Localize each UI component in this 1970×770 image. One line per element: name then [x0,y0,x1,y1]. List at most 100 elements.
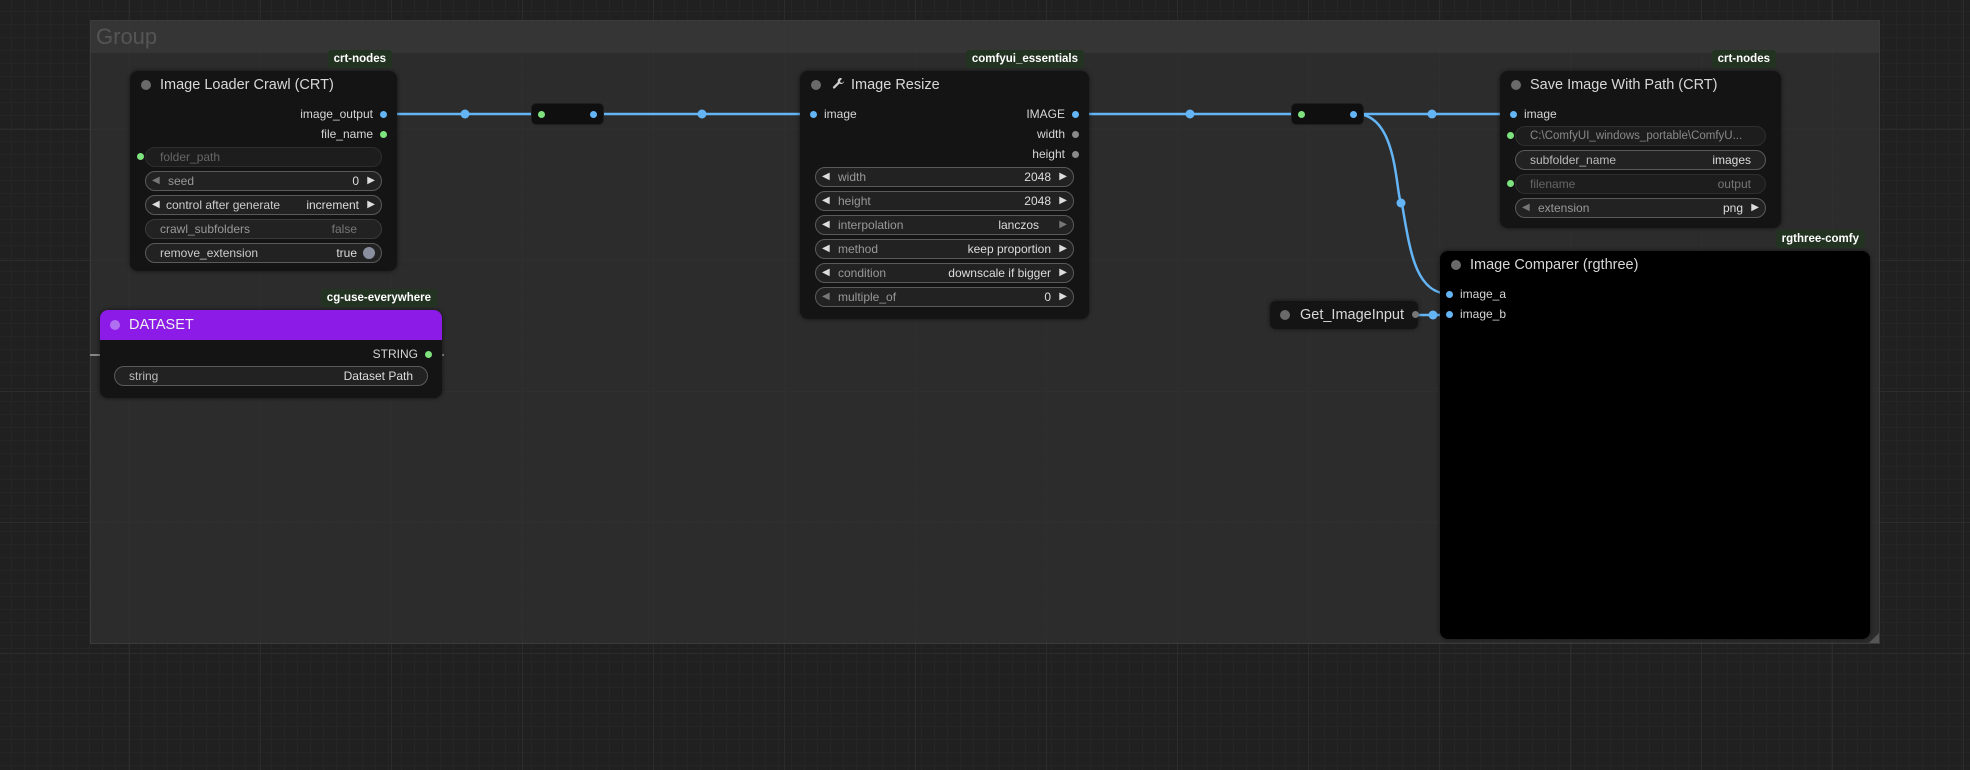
prev-option-arrow-icon[interactable]: ◀ [1522,199,1530,217]
node-save-image-with-path[interactable]: crt-nodes Save Image With Path (CRT) ima… [1500,50,1781,228]
decrement-arrow-icon[interactable]: ◀ [822,192,830,210]
slot-dot-icon[interactable] [380,111,387,118]
widget-subfolder-name[interactable]: subfolder_name images [1515,150,1766,170]
toggle-on-icon[interactable] [363,247,375,259]
increment-arrow-icon[interactable]: ▶ [1059,192,1067,210]
slot-label: image_output [300,107,373,121]
widget-remove-extension[interactable]: remove_extension true [145,243,382,263]
decrement-arrow-icon[interactable]: ◀ [822,288,830,306]
widget-label: seed [168,174,195,188]
reroute-output-dot-icon[interactable] [1350,111,1357,118]
widget-multiple-of[interactable]: ◀ multiple_of 0 ▶ [815,287,1074,307]
decrement-arrow-icon[interactable]: ◀ [822,168,830,186]
slot-label: image_a [1460,287,1507,301]
increment-arrow-icon[interactable]: ▶ [367,172,375,190]
widget-folder-path[interactable]: folder_path [137,147,382,167]
widget-height[interactable]: ◀ height 2048 ▶ [815,191,1074,211]
node-title-bar[interactable]: Image Comparer (rgthree) [1440,251,1870,279]
reroute-input-dot-icon[interactable] [538,111,545,118]
widget-width[interactable]: ◀ width 2048 ▶ [815,167,1074,187]
widget-folder-path[interactable]: C:\ComfyUI_windows_portable\ComfyU... [1507,126,1766,146]
collapse-dot-icon[interactable] [1280,310,1290,320]
slot-dot-icon[interactable] [1446,311,1453,318]
node-title: Image Resize [851,77,940,93]
reroute-output-dot-icon[interactable] [590,111,597,118]
next-option-arrow-icon[interactable]: ▶ [367,196,375,214]
widget-label: condition [838,266,887,280]
slot-dot-icon[interactable] [1510,111,1517,118]
widget-filename[interactable]: filename output [1507,174,1766,194]
reroute-node[interactable] [1291,103,1364,125]
widget-input-dot-icon[interactable] [137,153,144,160]
input-slot-image-b[interactable]: image_b [1446,304,1506,324]
widget-control-after-generate[interactable]: ◀ control after generate increment ▶ [145,195,382,215]
widget-string[interactable]: string Dataset Path [114,366,428,386]
node-image-loader-crawl[interactable]: crt-nodes Image Loader Crawl (CRT) image… [130,50,397,271]
output-slot-width[interactable]: width [1037,124,1079,144]
slot-dot-icon[interactable] [1072,151,1079,158]
node-title-bar[interactable]: Image Loader Crawl (CRT) [130,71,397,99]
slot-dot-icon[interactable] [810,111,817,118]
widget-method[interactable]: ◀ method keep proportion ▶ [815,239,1074,259]
node-title: DATASET [129,317,194,333]
node-dataset[interactable]: cg-use-everywhere DATASET STRING string … [100,289,442,398]
slot-dot-icon[interactable] [380,131,387,138]
prev-option-arrow-icon[interactable]: ◀ [822,240,830,258]
decrement-arrow-icon[interactable]: ◀ [152,172,160,190]
node-get-image-input[interactable]: Get_ImageInput [1270,301,1419,329]
node-title-bar[interactable]: Image Resize [800,71,1089,99]
slot-dot-icon[interactable] [1072,131,1079,138]
node-title-bar[interactable]: Save Image With Path (CRT) [1500,71,1781,99]
reroute-node[interactable] [531,103,604,125]
output-slot-image[interactable]: IMAGE [1026,104,1079,124]
widget-value: images [1712,153,1751,167]
widget-input-dot-icon[interactable] [1507,132,1514,139]
node-title-bar[interactable]: Get_ImageInput [1270,301,1418,329]
image-compare-canvas[interactable] [1440,329,1870,639]
widget-condition[interactable]: ◀ condition downscale if bigger ▶ [815,263,1074,283]
node-title-bar[interactable]: DATASET [100,310,442,340]
node-image-resize[interactable]: comfyui_essentials Image Resize image IM… [800,50,1089,319]
widget-seed[interactable]: ◀ seed 0 ▶ [145,171,382,191]
widget-value: 2048 [1024,170,1051,184]
collapse-dot-icon[interactable] [110,320,120,330]
widget-value: 2048 [1024,194,1051,208]
next-option-arrow-icon[interactable]: ▶ [1059,240,1067,258]
next-option-arrow-icon[interactable]: ▶ [1751,199,1759,217]
slot-dot-icon[interactable] [425,351,432,358]
slot-label: height [1032,147,1065,161]
prev-option-arrow-icon[interactable]: ◀ [152,196,160,214]
node-source-badge: comfyui_essentials [965,50,1084,68]
collapse-dot-icon[interactable] [1451,260,1461,270]
widget-label: control after generate [166,198,281,212]
prev-option-arrow-icon[interactable]: ◀ [822,264,830,282]
slot-dot-icon[interactable] [1072,111,1079,118]
widget-extension[interactable]: ◀ extension png ▶ [1515,198,1766,218]
input-slot-image[interactable]: image [810,104,857,124]
widget-input-dot-icon[interactable] [1507,180,1514,187]
input-slot-image-a[interactable]: image_a [1446,284,1506,304]
collapse-dot-icon[interactable] [811,80,821,90]
node-title: Save Image With Path (CRT) [1530,77,1718,93]
widget-crawl-subfolders[interactable]: crawl_subfolders false [145,219,382,239]
output-slot-file-name[interactable]: file_name [321,124,387,144]
output-slot-height[interactable]: height [1032,144,1079,164]
node-image-comparer[interactable]: rgthree-comfy Image Comparer (rgthree) i… [1440,230,1870,639]
output-slot-string[interactable]: STRING [373,344,432,364]
reroute-input-dot-icon[interactable] [1298,111,1305,118]
increment-arrow-icon[interactable]: ▶ [1059,288,1067,306]
next-option-arrow-icon[interactable]: ▶ [1059,264,1067,282]
widget-value: increment [306,198,359,212]
prev-option-arrow-icon[interactable]: ◀ [822,216,830,234]
slot-dot-icon[interactable] [1446,291,1453,298]
widget-interpolation[interactable]: ◀ interpolation lanczos ▶ [815,215,1074,235]
output-slot-image-output[interactable]: image_output [300,104,387,124]
next-option-arrow-icon[interactable]: ▶ [1059,216,1067,234]
collapse-dot-icon[interactable] [141,80,151,90]
input-slot-image[interactable]: image [1510,104,1557,124]
collapse-dot-icon[interactable] [1511,80,1521,90]
slot-label: file_name [320,127,373,141]
output-dot-icon[interactable] [1412,311,1419,318]
increment-arrow-icon[interactable]: ▶ [1059,168,1067,186]
link-midpoint [1428,310,1438,320]
